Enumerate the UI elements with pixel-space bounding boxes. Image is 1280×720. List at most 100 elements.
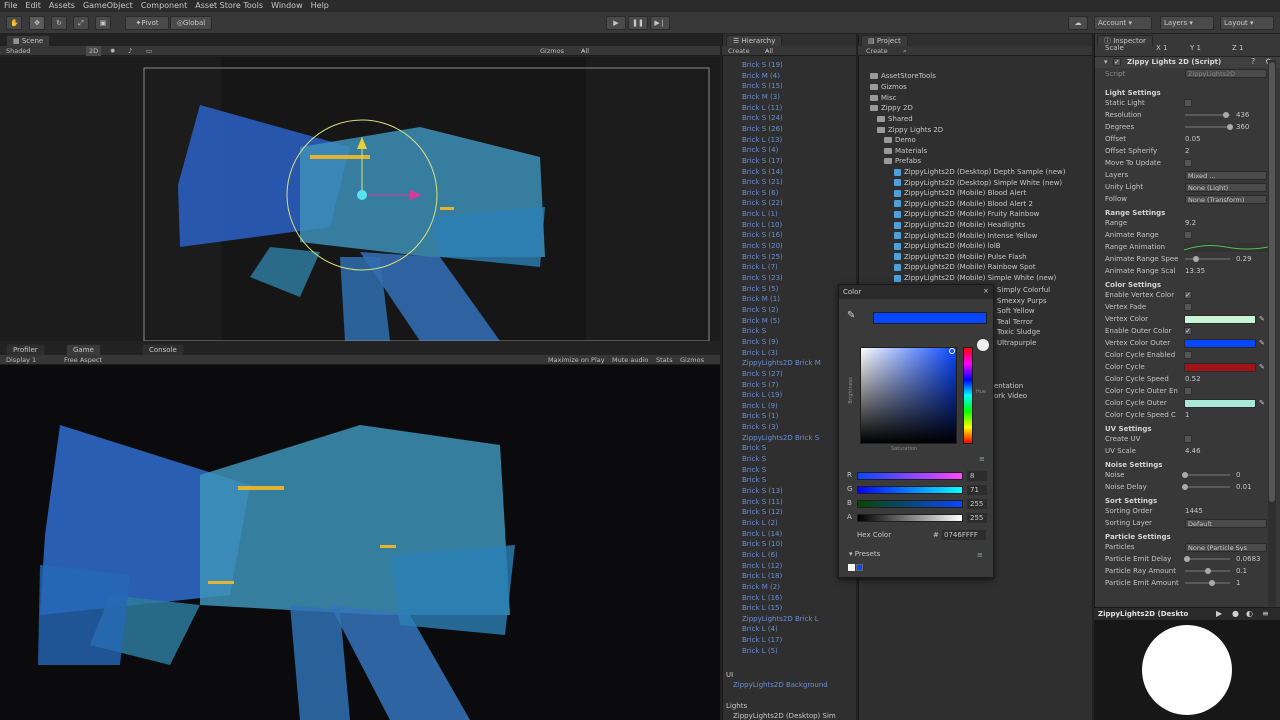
project-prefab[interactable]: ZippyLights2D (Mobile) Fruity Rainbow <box>894 209 1039 219</box>
particles-dropdown[interactable]: None (Particle Sys <box>1185 543 1267 552</box>
rotate-tool-button[interactable]: ↻ <box>51 16 67 30</box>
project-folder[interactable]: AssetStoreTools <box>870 71 936 81</box>
hierarchy-item[interactable]: Brick L (16) <box>742 593 782 603</box>
hierarchy-item[interactable]: Brick S (15) <box>742 81 783 91</box>
noise-delay-field[interactable]: 0.01 <box>1236 482 1252 492</box>
aspect-dropdown[interactable]: Free Aspect <box>64 355 102 365</box>
hierarchy-item[interactable]: Brick L (9) <box>742 401 778 411</box>
hierarchy-item[interactable]: ZippyLights2D Background <box>733 680 828 690</box>
follow-dropdown[interactable]: None (Transform) <box>1185 195 1267 204</box>
hierarchy-item[interactable]: Brick M (2) <box>742 582 780 592</box>
project-item-label[interactable]: entation <box>994 381 1023 391</box>
preview-light-icon[interactable]: ◐ <box>1246 609 1253 618</box>
play-button[interactable]: ▶ <box>606 16 626 30</box>
game-gizmos-dropdown[interactable]: Gizmos <box>680 355 704 365</box>
eyedropper-icon[interactable]: ✎ <box>1259 398 1265 408</box>
project-folder[interactable]: Gizmos <box>870 82 907 92</box>
particle-emit-delay-field[interactable]: 0.0683 <box>1236 554 1261 564</box>
range-field[interactable]: 9.2 <box>1185 218 1196 228</box>
hierarchy-item[interactable]: Brick S (2) <box>742 305 778 315</box>
inspector-scroll-thumb[interactable] <box>1269 62 1275 502</box>
animate-range-checkbox[interactable] <box>1184 231 1192 239</box>
project-folder[interactable]: Demo <box>884 135 916 145</box>
degrees-slider[interactable] <box>1185 126 1230 128</box>
hierarchy-item[interactable]: Brick S (27) <box>742 369 783 379</box>
scale-z-field[interactable]: Z 1 <box>1232 43 1243 53</box>
hierarchy-item[interactable]: Brick L (1) <box>742 209 778 219</box>
rect-tool-button[interactable]: ▣ <box>95 16 111 30</box>
hierarchy-item[interactable]: Brick S (19) <box>742 60 783 70</box>
project-folder[interactable]: Zippy 2D <box>870 103 913 113</box>
hierarchy-item[interactable]: Brick S (4) <box>742 145 778 155</box>
range-animation-curve-field[interactable] <box>1184 243 1268 252</box>
2d-toggle[interactable]: 2D <box>86 46 102 56</box>
hierarchy-item[interactable]: Brick M (3) <box>742 92 780 102</box>
hue-slider[interactable] <box>963 347 973 444</box>
tab-hierarchy[interactable]: ☰ Hierarchy <box>726 35 783 46</box>
hex-color-input[interactable]: 0746FFFF <box>942 530 986 540</box>
hierarchy-item[interactable]: Brick L (15) <box>742 603 782 613</box>
uv-scale-field[interactable]: 4.46 <box>1185 446 1201 456</box>
tab-game[interactable]: Game <box>66 344 101 355</box>
hierarchy-item[interactable]: Brick L (3) <box>742 348 778 358</box>
preview-sphere-icon[interactable]: ● <box>1232 609 1239 618</box>
layers-dropdown[interactable]: Mixed ... <box>1185 171 1267 180</box>
layout-dropdown[interactable]: Layout ▾ <box>1220 16 1274 30</box>
game-viewport[interactable] <box>0 365 720 720</box>
channel-r-slider[interactable] <box>857 472 963 480</box>
menu-item-component[interactable]: Component <box>137 0 191 12</box>
particle-emit-amount-field[interactable]: 1 <box>1236 578 1240 588</box>
display-dropdown[interactable]: Display 1 <box>6 355 36 365</box>
menu-item-gameobject[interactable]: GameObject <box>79 0 137 12</box>
hierarchy-item[interactable]: ZippyLights2D Brick L <box>742 614 819 624</box>
presets-menu-icon[interactable]: ≡ <box>977 551 983 559</box>
channel-g-input[interactable]: 71 <box>967 485 987 495</box>
hierarchy-item[interactable]: Brick L (14) <box>742 529 782 539</box>
noise-slider[interactable] <box>1185 474 1230 476</box>
hierarchy-item[interactable]: Brick M (1) <box>742 294 780 304</box>
enable-vertex-color-checkbox[interactable]: ✓ <box>1184 291 1192 299</box>
hierarchy-item[interactable]: Brick S (25) <box>742 252 783 262</box>
unity-light-dropdown[interactable]: None (Light) <box>1185 183 1267 192</box>
hand-tool-button[interactable]: ✋ <box>6 16 22 30</box>
eyedropper-icon[interactable]: ✎ <box>1259 338 1265 348</box>
sorting-layer-dropdown[interactable]: Default <box>1185 519 1267 528</box>
effects-icon[interactable]: ▭ <box>146 46 152 56</box>
maximize-on-play-toggle[interactable]: Maximize on Play <box>548 355 605 365</box>
preview-play-icon[interactable]: ▶ <box>1216 609 1222 618</box>
hierarchy-item[interactable]: Brick S (6) <box>742 188 778 198</box>
hierarchy-item[interactable]: Brick L (18) <box>742 571 782 581</box>
preset-swatch-white[interactable] <box>848 564 855 571</box>
particle-ray-amount-slider-knob[interactable] <box>1204 568 1211 574</box>
hierarchy-item[interactable]: Brick S <box>742 443 766 453</box>
vertex-color-outer-swatch[interactable] <box>1184 339 1256 348</box>
audio-icon[interactable]: ♪ <box>128 46 132 56</box>
slider-mode-icon[interactable]: ≡ <box>979 455 985 463</box>
sorting-order-field[interactable]: 1445 <box>1185 506 1203 516</box>
hierarchy-item[interactable]: Brick L (12) <box>742 561 782 571</box>
hierarchy-item[interactable]: Brick S (1) <box>742 411 778 421</box>
project-create-dropdown[interactable]: Create <box>866 46 888 56</box>
tab-scene[interactable]: ▦ Scene <box>6 35 51 46</box>
hierarchy-item[interactable]: Brick S (9) <box>742 337 778 347</box>
saturation-brightness-field[interactable] <box>860 347 957 444</box>
hierarchy-item[interactable]: Brick S <box>742 475 766 485</box>
animate-range-spee-slider[interactable] <box>1185 258 1230 260</box>
step-button[interactable]: ▶❘ <box>650 16 670 30</box>
hierarchy-item[interactable]: Brick S (7) <box>742 380 778 390</box>
move-to-update-checkbox[interactable] <box>1184 159 1192 167</box>
menu-item-asset-store-tools[interactable]: Asset Store Tools <box>191 0 267 12</box>
preset-swatch-blue[interactable] <box>856 564 863 571</box>
particle-emit-amount-slider-knob[interactable] <box>1209 580 1215 586</box>
hierarchy-item[interactable]: Brick S (17) <box>742 156 783 166</box>
hierarchy-item[interactable]: Brick S <box>742 326 766 336</box>
hierarchy-item[interactable]: Brick M (5) <box>742 316 780 326</box>
channel-b-slider[interactable] <box>857 500 963 508</box>
project-prefab[interactable]: ZippyLights2D (Mobile) Blood Alert <box>894 188 1026 198</box>
lighting-icon[interactable]: ✹ <box>110 46 115 56</box>
project-prefab[interactable]: ZippyLights2D (Mobile) Rainbow Spot <box>894 262 1036 272</box>
cloud-button[interactable]: ☁ <box>1068 16 1088 30</box>
close-icon[interactable]: × <box>983 287 989 295</box>
component-header[interactable]: ▾ ✓ Zippy Lights 2D (Script) ? ⚙ <box>1095 56 1280 68</box>
channel-b-input[interactable]: 255 <box>967 499 987 509</box>
